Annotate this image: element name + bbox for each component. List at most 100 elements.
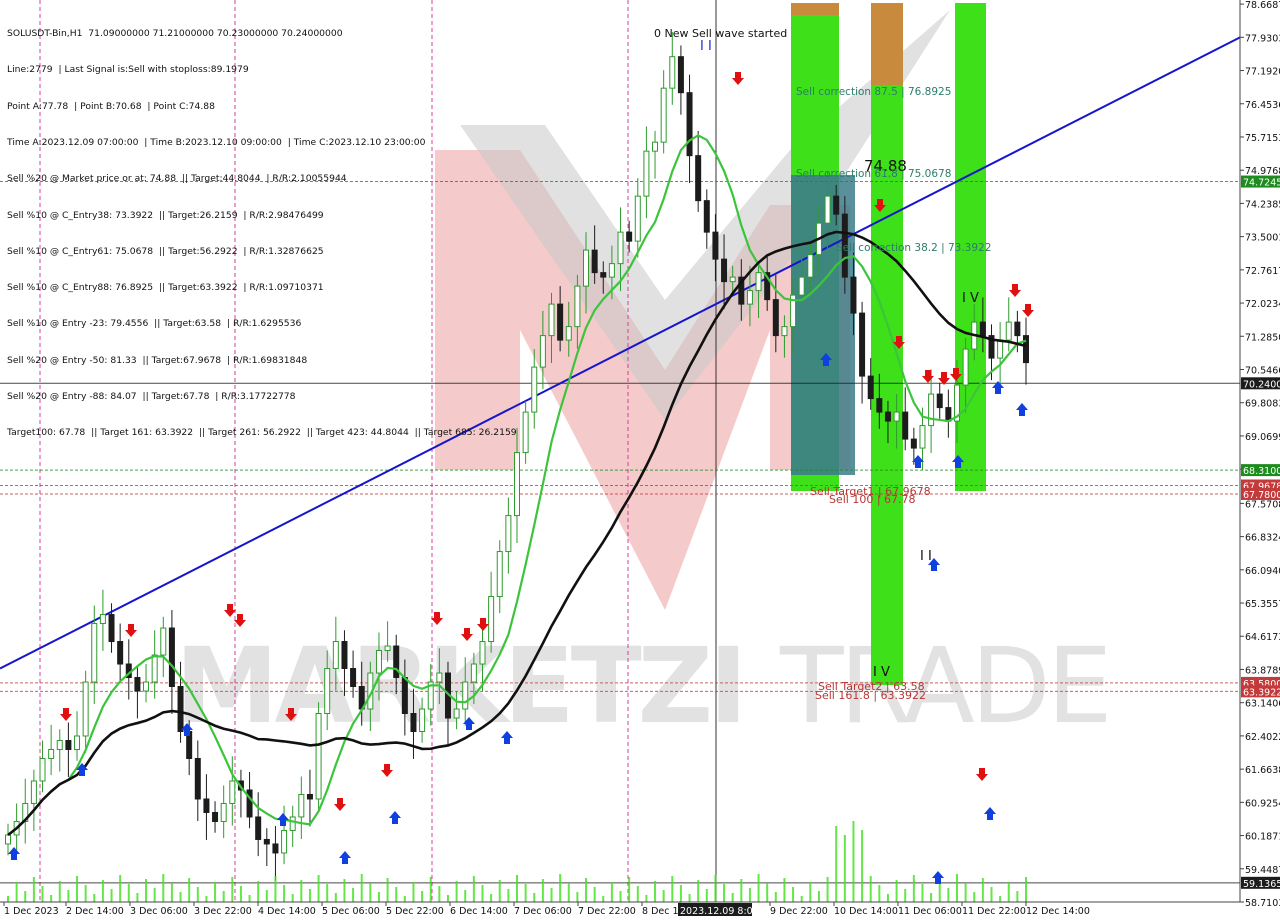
volume-bar — [964, 883, 967, 902]
volume-bar — [981, 878, 984, 902]
candle-body — [928, 393, 935, 427]
candle-body — [746, 290, 753, 305]
info-line: Sell %10 @ C_Entry61: 75.0678 || Target:… — [7, 245, 324, 257]
volume-bar — [757, 874, 760, 902]
price-tick-label: 76.4536 — [1245, 100, 1280, 111]
candle-body — [608, 263, 615, 278]
volume-bar — [585, 878, 588, 902]
time-tick-label: 4 Dec 14:00 — [258, 906, 316, 917]
candle-body — [772, 299, 779, 337]
volume-bar — [671, 876, 674, 902]
volume-bar — [464, 890, 467, 902]
volume-bar — [921, 884, 924, 902]
price-tick-label: 70.5466 — [1245, 366, 1280, 377]
price-tick-label: 77.9303 — [1245, 33, 1280, 44]
candle-body — [272, 843, 279, 854]
volume-bar — [912, 875, 915, 902]
candle-body — [306, 793, 313, 800]
price-tick-label: 67.5708 — [1245, 499, 1280, 510]
candle-body — [695, 155, 702, 202]
volume-bar — [101, 880, 104, 902]
candle-body — [91, 623, 98, 683]
candle-body — [548, 303, 555, 337]
volume-bar — [291, 894, 294, 902]
volume-bar — [602, 896, 605, 902]
candle-body — [289, 816, 296, 831]
info-line: Sell %10 @ C_Entry88: 76.8925 || Target:… — [7, 282, 324, 294]
volume-bar — [386, 878, 389, 902]
price-tick-label: 75.7153 — [1245, 133, 1280, 144]
volume-bar — [869, 876, 872, 902]
sell-correction-618-label: Sell correction 61.8 | 75.0678 — [796, 168, 951, 180]
candle-body — [5, 834, 11, 845]
volume-bar — [800, 896, 803, 902]
volume-bar — [895, 880, 898, 902]
price-tick-label: 59.4487 — [1245, 865, 1280, 876]
candle-body — [617, 231, 624, 265]
volume-bar — [412, 882, 415, 902]
volume-bar — [886, 894, 889, 902]
zone-brown-top-1 — [791, 3, 839, 15]
volume-bar — [999, 896, 1002, 902]
candle-body — [496, 551, 503, 598]
volume-bar — [524, 884, 527, 902]
info-line: Sell %10 @ Entry -23: 79.4556 || Target:… — [7, 318, 302, 330]
volume-bar — [455, 881, 458, 902]
volume-bar — [774, 892, 777, 902]
candle-body — [876, 398, 883, 413]
volume-bar — [136, 893, 139, 902]
candle-body — [798, 276, 805, 296]
candle-body — [574, 285, 581, 328]
info-line: Sell %10 @ C_Entry38: 73.3922 || Target:… — [7, 209, 324, 221]
candle-body — [177, 686, 184, 732]
volume-bar — [205, 896, 208, 902]
candle-body — [557, 303, 564, 341]
candle-body — [143, 681, 150, 692]
candle-body — [393, 645, 400, 679]
volume-bar — [662, 890, 665, 902]
volume-bar — [196, 887, 199, 902]
zone-brown-top-2 — [871, 3, 903, 85]
candle-body — [56, 739, 63, 750]
volume-bar — [679, 885, 682, 902]
time-tick-label: 1 Dec 2023 — [4, 906, 59, 917]
price-tick-label: 69.8083 — [1245, 399, 1280, 410]
volume-bar — [214, 882, 217, 902]
volume-bar — [705, 889, 708, 902]
volume-bar — [1007, 882, 1010, 902]
candle-body — [936, 393, 943, 409]
volume-bar — [731, 893, 734, 902]
candle-body — [565, 326, 572, 341]
candle-body — [332, 641, 339, 670]
volume-bar — [610, 882, 613, 902]
volume-bar — [947, 888, 950, 902]
volume-bar — [654, 881, 657, 902]
volume-bar — [843, 835, 846, 902]
sell-100-label: Sell 100 | 67.78 — [829, 493, 916, 506]
volume-bar — [429, 877, 432, 902]
volume-bar — [360, 874, 363, 902]
candle-body — [255, 816, 262, 840]
candle-body — [341, 641, 348, 670]
volume-bar — [50, 895, 53, 902]
volume-bar — [817, 891, 820, 902]
volume-bar — [723, 884, 726, 902]
candle-body — [82, 681, 89, 737]
volume-bar — [162, 874, 165, 902]
candle-body — [419, 708, 426, 732]
candle-body — [281, 829, 288, 854]
price-tick-label: 62.4022 — [1245, 732, 1280, 743]
candle-body — [919, 425, 926, 449]
level-price-label: 59.1365 — [1243, 879, 1280, 890]
candle-body — [410, 713, 417, 732]
candle-body — [910, 438, 917, 449]
price-tick-label: 61.6638 — [1245, 765, 1280, 776]
candle-body — [522, 411, 529, 454]
candle-body — [807, 254, 814, 278]
volume-bar — [369, 883, 372, 902]
candle-body — [212, 811, 219, 822]
volume-bar — [490, 894, 493, 902]
time-tick-label: 6 Dec 14:00 — [450, 906, 508, 917]
candle-body — [997, 339, 1004, 359]
volume-bar — [7, 896, 9, 902]
